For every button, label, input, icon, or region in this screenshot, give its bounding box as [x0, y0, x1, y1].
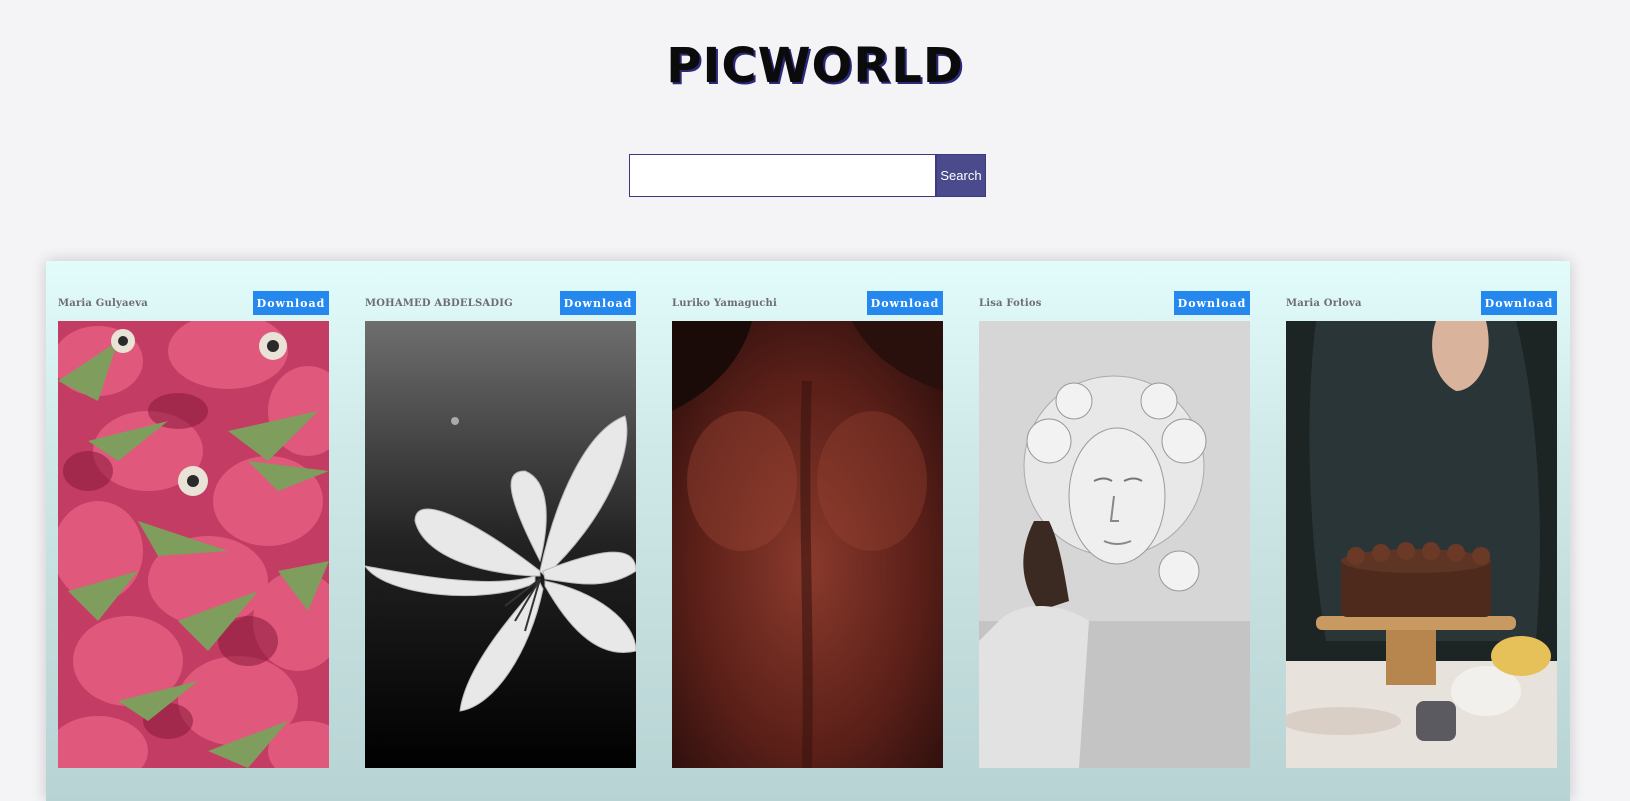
pink-dragon-fruit-photo[interactable]: [58, 321, 329, 768]
card-header: MOHAMED ABDELSADIG Download: [365, 291, 636, 315]
page-title: PICWORLD: [666, 38, 964, 94]
download-button[interactable]: Download: [1174, 291, 1250, 315]
download-button[interactable]: Download: [253, 291, 329, 315]
chocolate-cake-photo[interactable]: [1286, 321, 1557, 768]
search-input[interactable]: [629, 154, 936, 197]
sculpture-face-photo[interactable]: [979, 321, 1250, 768]
card-header: Lisa Fotios Download: [979, 291, 1250, 315]
search-button[interactable]: Search: [936, 154, 986, 197]
image-card: Maria Gulyaeva Download: [58, 291, 329, 768]
photographer-name: Maria Gulyaeva: [58, 297, 148, 309]
search-form: Search: [629, 154, 986, 197]
photographer-name: Lisa Fotios: [979, 297, 1042, 309]
image-card: Maria Orlova Download: [1286, 291, 1557, 768]
image-card: MOHAMED ABDELSADIG Download: [365, 291, 636, 768]
white-flower-photo[interactable]: [365, 321, 636, 768]
image-card: Luriko Yamaguchi Download: [672, 291, 943, 768]
bare-back-photo[interactable]: [672, 321, 943, 768]
download-button[interactable]: Download: [867, 291, 943, 315]
download-button[interactable]: Download: [1481, 291, 1557, 315]
card-header: Maria Gulyaeva Download: [58, 291, 329, 315]
photographer-name: Luriko Yamaguchi: [672, 297, 777, 309]
image-card: Lisa Fotios Download: [979, 291, 1250, 768]
download-button[interactable]: Download: [560, 291, 636, 315]
image-gallery: Maria Gulyaeva Download MOHAMED ABDELSAD…: [46, 261, 1570, 801]
photographer-name: MOHAMED ABDELSADIG: [365, 297, 513, 309]
photographer-name: Maria Orlova: [1286, 297, 1362, 309]
card-header: Luriko Yamaguchi Download: [672, 291, 943, 315]
card-header: Maria Orlova Download: [1286, 291, 1557, 315]
